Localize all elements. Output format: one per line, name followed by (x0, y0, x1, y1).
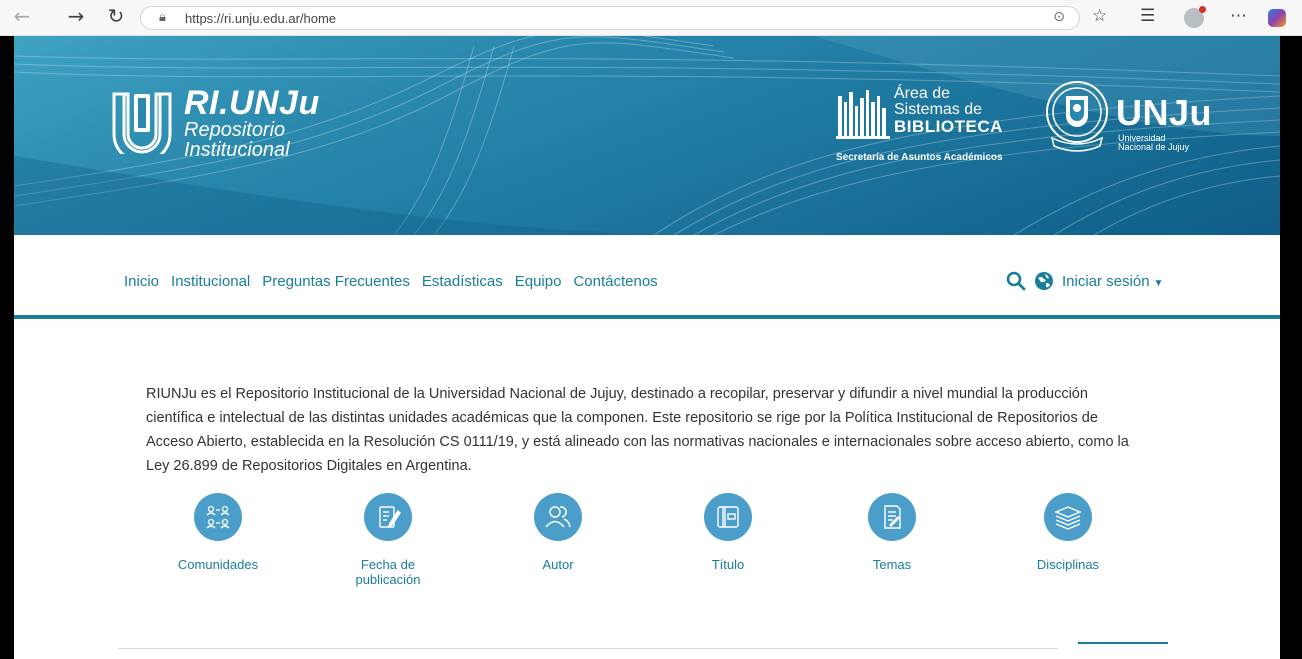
biblioteca-logo[interactable]: Área de Sistemas de BIBLIOTECA Secretarí… (836, 86, 1016, 170)
profile-avatar[interactable] (1184, 6, 1206, 28)
browse-label: Disciplinas (1036, 557, 1100, 572)
main-nav: Inicio Institucional Preguntas Frecuente… (14, 235, 1280, 319)
globe-language-icon[interactable] (1034, 271, 1054, 291)
browse-date[interactable]: Fecha de publicación (328, 493, 448, 587)
browse-communities[interactable]: Comunidades (158, 493, 278, 572)
browse-subjects[interactable]: Temas (832, 493, 952, 572)
area-line-2: Sistemas de (894, 101, 983, 118)
nav-links: Inicio Institucional Preguntas Frecuente… (124, 273, 658, 290)
more-options-icon[interactable]: ⋯ (1230, 6, 1247, 26)
search-icon[interactable] (1006, 271, 1026, 291)
browse-label: Autor (542, 557, 574, 572)
unju-line-2: Nacional de Jujuy (1118, 142, 1190, 152)
login-label: Iniciar sesión (1062, 272, 1150, 290)
nav-item-preguntas-frecuentes[interactable]: Preguntas Frecuentes (262, 273, 410, 290)
web-page: RI.UNJu Repositorio Institucional Área d… (14, 36, 1280, 659)
title-icon (704, 493, 752, 541)
header-banner: RI.UNJu Repositorio Institucional Área d… (14, 36, 1280, 235)
browse-label: Fecha de publicación (355, 557, 421, 587)
address-bar[interactable]: 🔒︎ https://ri.unju.edu.ar/home ⊙ (140, 6, 1080, 30)
intro-paragraph: RIUNJu es el Repositorio Institucional d… (146, 386, 1129, 474)
browse-options: Comunidades Fecha de publicación Autor T… (14, 493, 1280, 603)
address-url[interactable]: https://ri.unju.edu.ar/home (185, 11, 336, 26)
university-seal-icon (1046, 81, 1108, 152)
nav-item-institucional[interactable]: Institucional (171, 273, 250, 290)
unju-title: UNJu (1116, 92, 1213, 133)
browse-label: Temas (872, 557, 912, 572)
communities-icon (194, 493, 242, 541)
area-line-3: BIBLIOTECA (894, 117, 1003, 136)
nav-item-inicio[interactable]: Inicio (124, 273, 159, 290)
browse-disciplines[interactable]: Disciplinas (1008, 493, 1128, 572)
disciplines-icon (1044, 493, 1092, 541)
favorite-icon[interactable]: ☆ (1092, 6, 1107, 26)
reader-view-icon[interactable]: ⊙ (1053, 9, 1065, 25)
area-subtitle: Secretaría de Asuntos Académicos (836, 152, 1003, 163)
browser-toolbar: ← → ↻ 🔒︎ https://ri.unju.edu.ar/home ⊙ ☆… (0, 0, 1302, 36)
browse-label: Comunidades (177, 557, 259, 572)
unju-logo[interactable]: UNJu Universidad Nacional de Jujuy (1044, 76, 1234, 166)
browse-author[interactable]: Autor (498, 493, 618, 572)
reload-icon[interactable]: ↻ (102, 4, 130, 28)
nav-item-equipo[interactable]: Equipo (515, 273, 562, 290)
riunju-mark-icon (112, 92, 172, 154)
riunju-subtitle-1: Repositorio (184, 119, 286, 141)
back-icon[interactable]: ← (8, 4, 36, 28)
forward-icon[interactable]: → (62, 4, 90, 28)
riunju-title: RI.UNJu (184, 84, 320, 122)
library-books-icon (836, 90, 890, 139)
favorites-list-icon[interactable]: ☰ (1140, 6, 1155, 26)
date-icon (364, 493, 412, 541)
browse-title[interactable]: Título (668, 493, 788, 572)
divider (118, 648, 1058, 649)
riunju-subtitle-2: Institucional (184, 139, 290, 161)
caret-down-icon: ▼ (1153, 277, 1164, 289)
login-dropdown[interactable]: Iniciar sesión ▼ (1062, 273, 1163, 290)
browse-label: Título (711, 557, 745, 572)
subjects-icon (868, 493, 916, 541)
partial-button[interactable] (1078, 642, 1168, 659)
nav-item-contactenos[interactable]: Contáctenos (573, 273, 657, 290)
lock-icon: 🔒︎ (159, 10, 166, 25)
nav-actions: Iniciar sesión ▼ (1006, 271, 1163, 291)
nav-item-estadisticas[interactable]: Estadísticas (422, 273, 503, 290)
riunju-logo[interactable]: RI.UNJu Repositorio Institucional (110, 84, 350, 164)
area-line-1: Área de (894, 85, 951, 102)
author-icon (534, 493, 582, 541)
copilot-icon[interactable] (1268, 9, 1286, 27)
